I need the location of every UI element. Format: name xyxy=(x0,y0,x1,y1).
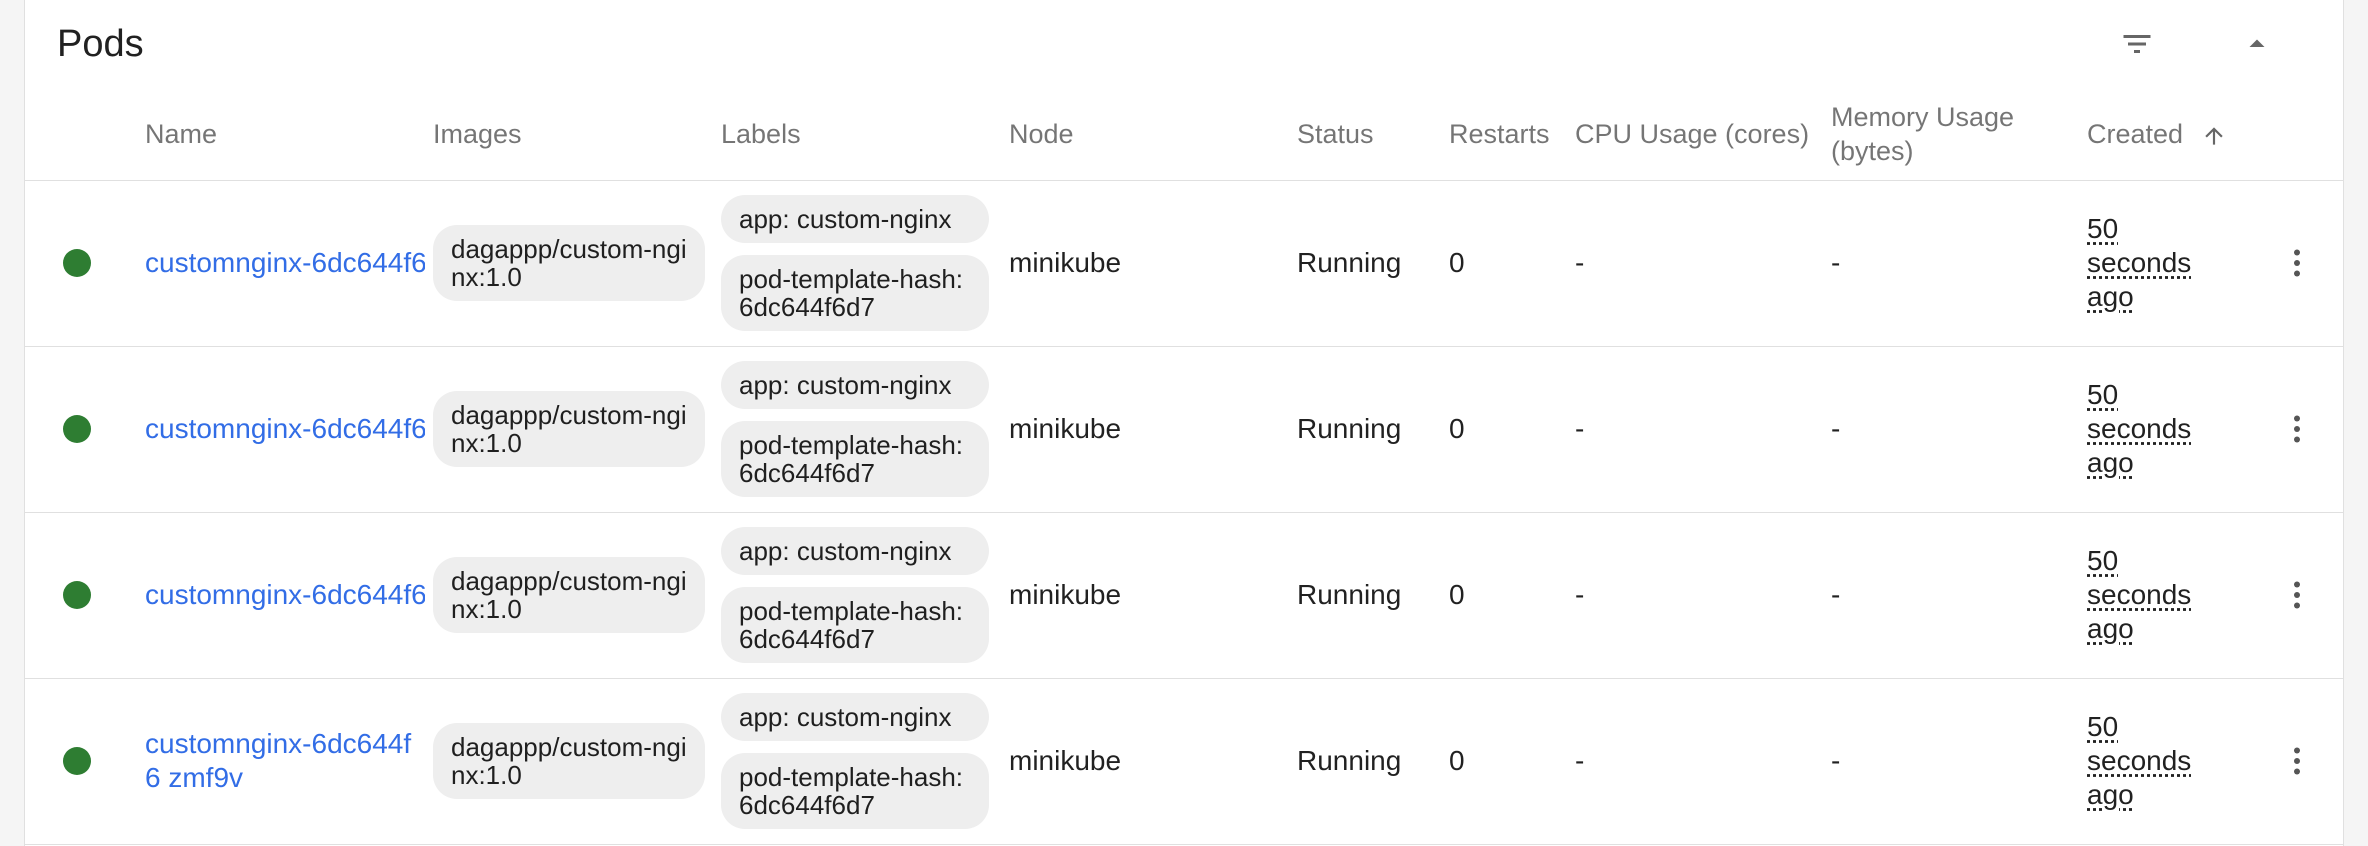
column-header-images: Images xyxy=(433,88,721,181)
label-chip: app: custom-nginx xyxy=(721,527,989,575)
status-cell: Running xyxy=(1297,579,1402,610)
row-actions-button[interactable] xyxy=(2273,737,2321,785)
pods-table: Name Images Labels Node Status Restarts … xyxy=(25,88,2343,845)
more-vert-icon xyxy=(2294,581,2300,609)
table-row: customnginx-6dc644f6 dagappp/custom-ngin… xyxy=(25,180,2343,346)
table-row: customnginx-6dc644f6 zmf9v dagappp/custo… xyxy=(25,678,2343,844)
cpu-cell: - xyxy=(1575,745,1585,776)
status-cell: Running xyxy=(1297,413,1402,444)
created-time: 50 seconds ago xyxy=(2087,711,2192,810)
filter-button[interactable] xyxy=(2109,16,2165,72)
column-header-cpu: CPU Usage (cores) xyxy=(1575,88,1831,181)
memory-cell: - xyxy=(1831,413,1841,444)
more-vert-icon xyxy=(2294,747,2300,775)
arrow-upward-icon xyxy=(2204,126,2223,145)
image-chip: dagappp/custom-nginx:1.0 xyxy=(433,391,705,467)
label-chip: pod-template-hash: 6dc644f6d7 xyxy=(721,421,989,497)
memory-cell: - xyxy=(1831,579,1841,610)
node-cell: minikube xyxy=(1009,579,1122,610)
label-chip: app: custom-nginx xyxy=(721,195,989,243)
pods-card: Pods Name Images Labels Node Status Rest… xyxy=(24,0,2344,846)
card-title: Pods xyxy=(57,23,144,65)
label-chip: pod-template-hash: 6dc644f6d7 xyxy=(721,587,989,663)
label-chip: pod-template-hash: 6dc644f6d7 xyxy=(721,753,989,829)
status-cell: Running xyxy=(1297,745,1402,776)
column-header-memory: Memory Usage (bytes) xyxy=(1831,88,2087,181)
column-header-created-label: Created xyxy=(2087,118,2184,149)
node-cell: minikube xyxy=(1009,413,1122,444)
status-ok-icon xyxy=(63,415,91,443)
more-vert-icon xyxy=(2294,415,2300,443)
status-ok-icon xyxy=(63,747,91,775)
cpu-cell: - xyxy=(1575,579,1585,610)
column-header-labels: Labels xyxy=(721,88,1009,181)
created-time: 50 seconds ago xyxy=(2087,379,2192,478)
column-header-restarts[interactable]: Restarts xyxy=(1449,88,1575,181)
restarts-cell: 0 xyxy=(1449,413,1465,444)
restarts-cell: 0 xyxy=(1449,579,1465,610)
image-chip: dagappp/custom-nginx:1.0 xyxy=(433,225,705,301)
label-chip: pod-template-hash: 6dc644f6d7 xyxy=(721,255,989,331)
row-actions-button[interactable] xyxy=(2273,239,2321,287)
row-actions-button[interactable] xyxy=(2273,405,2321,453)
table-row: customnginx-6dc644f6 dagappp/custom-ngin… xyxy=(25,512,2343,678)
pod-name-link[interactable]: customnginx-6dc644f6 xyxy=(145,412,425,446)
status-ok-icon xyxy=(63,249,91,277)
filter-list-icon xyxy=(2123,35,2151,53)
status-indicator-header xyxy=(25,88,145,181)
memory-cell: - xyxy=(1831,745,1841,776)
pod-name-link[interactable]: customnginx-6dc644f6 xyxy=(145,578,425,612)
created-time: 50 seconds ago xyxy=(2087,213,2192,312)
restarts-cell: 0 xyxy=(1449,247,1465,278)
node-cell: minikube xyxy=(1009,247,1122,278)
pods-card-header: Pods xyxy=(25,0,2343,88)
label-chip: app: custom-nginx xyxy=(721,693,989,741)
pod-name-link[interactable]: customnginx-6dc644f6 xyxy=(145,246,425,280)
cpu-cell: - xyxy=(1575,413,1585,444)
pod-name-link[interactable]: customnginx-6dc644f6 zmf9v xyxy=(145,727,425,795)
restarts-cell: 0 xyxy=(1449,745,1465,776)
arrow-drop-up-icon xyxy=(2249,39,2265,47)
status-cell: Running xyxy=(1297,247,1402,278)
label-chip: app: custom-nginx xyxy=(721,361,989,409)
table-row: customnginx-6dc644f6 dagappp/custom-ngin… xyxy=(25,346,2343,512)
column-header-status[interactable]: Status xyxy=(1297,88,1449,181)
actions-header xyxy=(2255,88,2343,181)
image-chip: dagappp/custom-nginx:1.0 xyxy=(433,557,705,633)
column-header-node[interactable]: Node xyxy=(1009,88,1297,181)
status-ok-icon xyxy=(63,581,91,609)
column-header-created[interactable]: Created xyxy=(2087,88,2255,181)
column-header-name[interactable]: Name xyxy=(145,88,433,181)
more-vert-icon xyxy=(2294,249,2300,277)
table-header-row: Name Images Labels Node Status Restarts … xyxy=(25,88,2343,181)
image-chip: dagappp/custom-nginx:1.0 xyxy=(433,723,705,799)
row-actions-button[interactable] xyxy=(2273,571,2321,619)
created-time: 50 seconds ago xyxy=(2087,545,2192,644)
cpu-cell: - xyxy=(1575,247,1585,278)
memory-cell: - xyxy=(1831,247,1841,278)
node-cell: minikube xyxy=(1009,745,1122,776)
collapse-button[interactable] xyxy=(2229,16,2285,72)
